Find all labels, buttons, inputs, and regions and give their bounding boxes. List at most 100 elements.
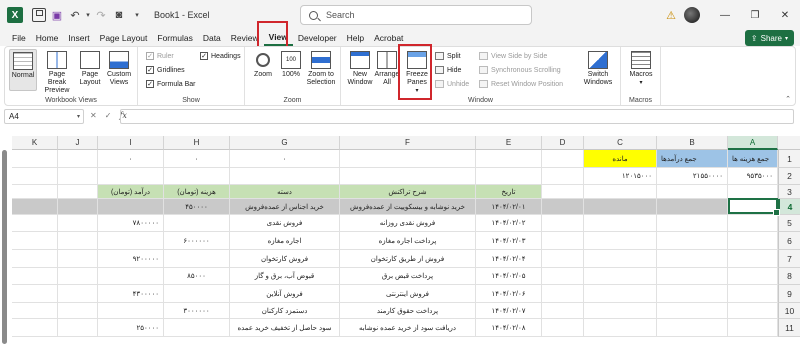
cell-date[interactable]: ۱۴۰۴/۰۲/۰۴: [476, 250, 542, 268]
cell-income[interactable]: [98, 232, 164, 250]
name-box[interactable]: A4 ▾: [4, 109, 84, 124]
cell-b9[interactable]: [657, 285, 728, 303]
cell-a11[interactable]: [728, 319, 778, 337]
cell-c8[interactable]: [584, 268, 657, 285]
cell-row4-k[interactable]: [12, 199, 58, 215]
gridlines-checkbox[interactable]: ✓ Gridlines: [146, 66, 185, 74]
cell-a8[interactable]: [728, 268, 778, 285]
cell-category[interactable]: فروش نقدی: [230, 215, 340, 232]
row-header-3[interactable]: 3: [778, 185, 800, 199]
cell-b7[interactable]: [657, 250, 728, 268]
select-all-corner[interactable]: [778, 136, 800, 150]
cell-b5[interactable]: [657, 215, 728, 232]
cell-c6[interactable]: [584, 232, 657, 250]
cell-date[interactable]: ۱۴۰۴/۰۲/۰۱: [476, 199, 542, 215]
cell-c10[interactable]: [584, 303, 657, 319]
row-header-4[interactable]: 4: [778, 199, 800, 215]
row-header-2[interactable]: 2: [778, 168, 800, 185]
cell-balance-value[interactable]: ۱۲۰۱۵۰۰۰: [584, 168, 657, 185]
undo-icon[interactable]: ↶: [66, 6, 84, 24]
cell-category[interactable]: خرید اجناس از عمده‌فروش: [230, 199, 340, 215]
tab-file[interactable]: File: [7, 30, 31, 46]
cell-date[interactable]: ۱۴۰۴/۰۲/۰۸: [476, 319, 542, 337]
cell-j8[interactable]: [58, 268, 98, 285]
cell-k3[interactable]: [12, 185, 58, 199]
cell-j11[interactable]: [58, 319, 98, 337]
cell-income[interactable]: ۲۵۰۰۰۰: [98, 319, 164, 337]
macros-button[interactable]: Macros ▾: [627, 51, 655, 87]
cell-total-expenses-label[interactable]: جمع هزینه ها: [728, 150, 778, 168]
cell-expense[interactable]: [164, 215, 230, 232]
cell-row4-c[interactable]: [584, 199, 657, 215]
cell-income[interactable]: ۴۳۰۰۰۰۰: [98, 285, 164, 303]
cell-j3[interactable]: [58, 185, 98, 199]
cell-g2[interactable]: [230, 168, 340, 185]
vertical-scrollbar[interactable]: [2, 150, 7, 344]
cell-f2[interactable]: [340, 168, 476, 185]
cell-k10[interactable]: [12, 303, 58, 319]
undo-dropdown-icon[interactable]: ▾: [84, 6, 92, 24]
collapse-ribbon-icon[interactable]: ⌃: [785, 95, 791, 103]
cell-j9[interactable]: [58, 285, 98, 303]
tab-page-layout[interactable]: Page Layout: [95, 30, 153, 46]
tab-formulas[interactable]: Formulas: [152, 30, 197, 46]
header-category[interactable]: دسته: [230, 185, 340, 199]
column-header-g[interactable]: G: [230, 136, 340, 150]
zoom-button[interactable]: Zoom: [251, 51, 275, 79]
zoom-100-button[interactable]: 100 100%: [280, 51, 302, 79]
minimize-button[interactable]: —: [710, 10, 740, 21]
column-header-j[interactable]: J: [58, 136, 98, 150]
cell-income[interactable]: [98, 303, 164, 319]
cell-a7[interactable]: [728, 250, 778, 268]
view-side-by-side-button[interactable]: View Side by Side: [479, 52, 547, 60]
row-header-5[interactable]: 5: [778, 215, 800, 232]
cell-date[interactable]: ۱۴۰۴/۰۲/۰۲: [476, 215, 542, 232]
cell-income[interactable]: ۷۸۰۰۰۰۰: [98, 215, 164, 232]
header-date[interactable]: تاریخ: [476, 185, 542, 199]
arrange-all-button[interactable]: Arrange All: [375, 51, 399, 87]
cell-description[interactable]: خرید نوشابه و بیسکوییت از عمده‌فروش: [340, 199, 476, 215]
column-header-a[interactable]: A: [728, 136, 778, 150]
cell-date[interactable]: ۱۴۰۴/۰۲/۰۷: [476, 303, 542, 319]
column-header-b[interactable]: B: [657, 136, 728, 150]
cell-income[interactable]: [98, 268, 164, 285]
share-button[interactable]: ⇪ Share ▾: [744, 30, 794, 46]
cell-k8[interactable]: [12, 268, 58, 285]
cell-k6[interactable]: [12, 232, 58, 250]
switch-windows-button[interactable]: Switch Windows: [579, 51, 617, 87]
cell-d3[interactable]: [542, 185, 584, 199]
cell-category[interactable]: دستمزد کارکنان: [230, 303, 340, 319]
cell-description[interactable]: فروش نقدی روزانه: [340, 215, 476, 232]
cell-expense[interactable]: ۶۰۰۰۰۰۰: [164, 232, 230, 250]
headings-checkbox[interactable]: ✓ Headings: [200, 52, 241, 60]
unhide-button[interactable]: Unhide: [435, 80, 469, 88]
cell-e2[interactable]: [476, 168, 542, 185]
cell-description[interactable]: فروش اینترنتی: [340, 285, 476, 303]
page-layout-view-button[interactable]: Page Layout: [77, 51, 103, 87]
cell-d5[interactable]: [542, 215, 584, 232]
reset-window-position-button[interactable]: Reset Window Position: [479, 80, 563, 88]
formula-bar-checkbox[interactable]: ✓ Formula Bar: [146, 80, 196, 88]
redo-icon[interactable]: ↷: [92, 6, 110, 24]
cell-d9[interactable]: [542, 285, 584, 303]
column-header-c[interactable]: C: [584, 136, 657, 150]
cell-i1[interactable]: ۰: [98, 150, 164, 168]
tab-help[interactable]: Help: [342, 30, 369, 46]
cell-k5[interactable]: [12, 215, 58, 232]
avatar[interactable]: [684, 7, 700, 23]
cell-c11[interactable]: [584, 319, 657, 337]
cell-a5[interactable]: [728, 215, 778, 232]
cell-f1[interactable]: [340, 150, 476, 168]
cell-balance-label[interactable]: مانده: [584, 150, 657, 168]
normal-view-button[interactable]: Normal: [9, 49, 37, 91]
ruler-checkbox[interactable]: ✓ Ruler: [146, 52, 174, 60]
column-header-k[interactable]: K: [12, 136, 58, 150]
cell-d6[interactable]: [542, 232, 584, 250]
cell-b3[interactable]: [657, 185, 728, 199]
row-header-7[interactable]: 7: [778, 250, 800, 268]
cell-b11[interactable]: [657, 319, 728, 337]
tab-home[interactable]: Home: [31, 30, 64, 46]
cell-income[interactable]: ۹۲۰۰۰۰۰: [98, 250, 164, 268]
synchronous-scrolling-button[interactable]: Synchronous Scrolling: [479, 66, 561, 74]
cell-d7[interactable]: [542, 250, 584, 268]
